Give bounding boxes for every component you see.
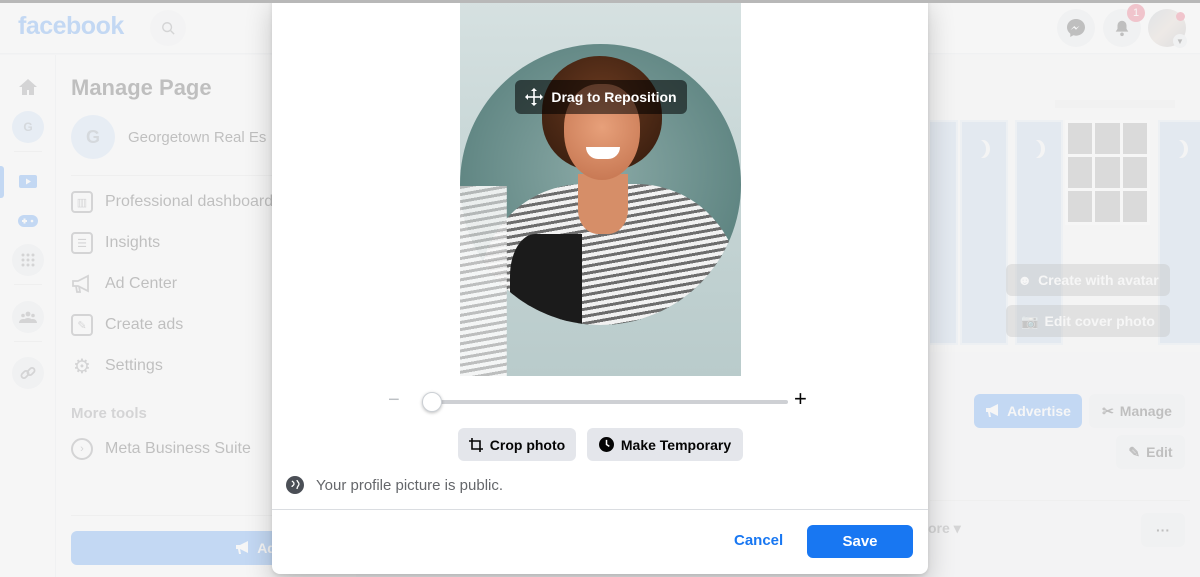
save-button[interactable]: Save (807, 525, 913, 558)
crop-icon (468, 437, 483, 452)
privacy-text: Your profile picture is public. (316, 476, 504, 494)
move-arrows-icon (525, 88, 544, 106)
crop-label: Crop photo (489, 436, 566, 453)
make-temporary-button[interactable]: Make Temporary (587, 428, 743, 461)
update-profile-picture-dialog: Drag to Reposition − + Crop photo Make T… (272, 0, 928, 574)
drag-to-reposition-label[interactable]: Drag to Reposition (515, 80, 687, 114)
zoom-in-button[interactable]: + (794, 388, 807, 410)
crop-photo-button[interactable]: Crop photo (458, 428, 576, 461)
zoom-out-button[interactable]: − (388, 390, 400, 410)
footer-divider (272, 509, 928, 510)
privacy-notice: Your profile picture is public. (286, 476, 503, 494)
zoom-slider-track[interactable] (422, 400, 788, 404)
temporary-label: Make Temporary (620, 436, 732, 453)
globe-icon (286, 476, 304, 494)
top-border (0, 0, 1200, 3)
drag-label-text: Drag to Reposition (551, 89, 677, 105)
zoom-slider-thumb[interactable] (422, 392, 442, 412)
clock-icon (598, 437, 614, 452)
photo-crop-area[interactable] (460, 0, 741, 376)
cancel-button[interactable]: Cancel (734, 532, 783, 549)
photo-outside-dim (460, 0, 741, 376)
